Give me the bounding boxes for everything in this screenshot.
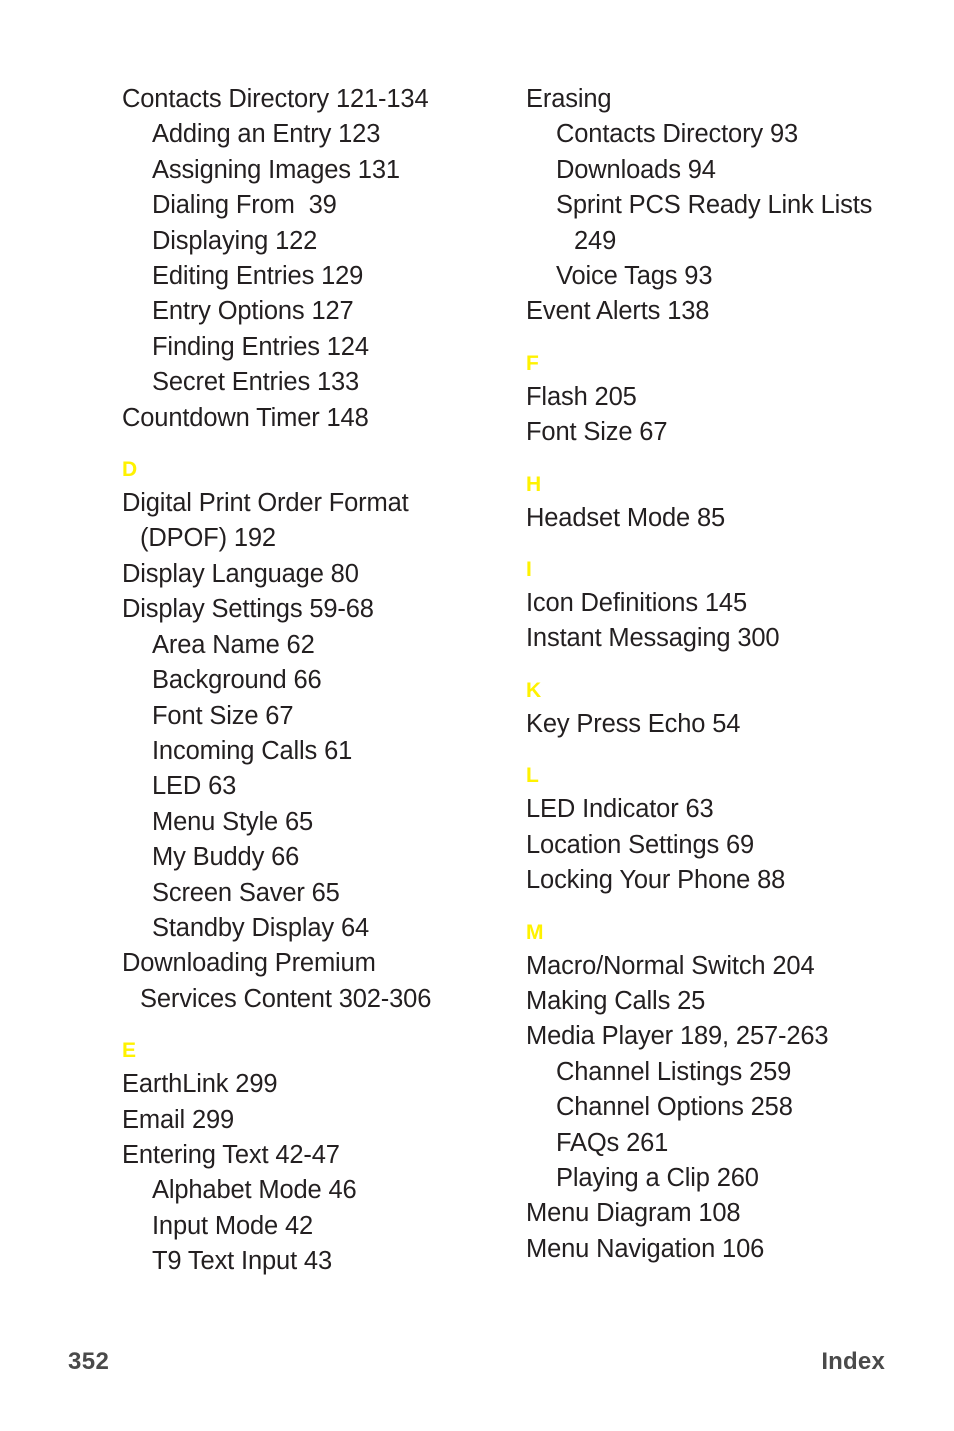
index-entry: Location Settings 69	[526, 830, 755, 859]
index-entry: FAQs 261	[556, 1128, 669, 1157]
index-entry: Icon Definitions 145	[526, 589, 747, 618]
index-columns: Contacts Directory 121-134 Adding an Entr…	[0, 82, 954, 1302]
index-entry: LED Indicator 63	[526, 795, 714, 824]
index-entry: Incoming Calls 61	[152, 736, 353, 765]
index-entry: Media Player 189, 257-263	[526, 1022, 829, 1051]
index-entry: Font Size 67	[526, 418, 668, 447]
index-column-left: Contacts Directory 121-134 Adding an Entr…	[122, 82, 522, 1280]
index-entry: T9 Text Input 43	[152, 1247, 332, 1276]
index-column-right: Erasing Contacts Directory 93 Downloads 94…	[526, 82, 926, 1267]
index-letter-heading: F	[526, 351, 540, 375]
index-entry: Sprint PCS Ready Link Lists	[556, 191, 873, 220]
index-entry: My Buddy 66	[152, 843, 300, 872]
index-section: Erasing Contacts Directory 93 Downloads 94…	[526, 82, 926, 330]
index-entry: Erasing	[526, 85, 612, 113]
index-entry: Menu Navigation 106	[526, 1234, 765, 1263]
index-letter-heading: H	[526, 472, 542, 496]
footer-page-number: 352	[68, 1348, 110, 1375]
index-entry: Contacts Directory 121-134	[122, 85, 429, 113]
index-entry: Making Calls 25	[526, 986, 706, 1015]
index-entry: Input Mode 42	[152, 1211, 314, 1240]
index-section: I Icon Definitions 145 Instant Messaging 3…	[526, 557, 926, 657]
index-section: D Digital Print Order Format (DPOF) 192 Dis…	[122, 457, 522, 1017]
index-entry: Screen Saver 65	[152, 878, 340, 907]
index-entry: Downloads 94	[556, 155, 716, 184]
index-entry: Countdown Timer 148	[122, 403, 369, 432]
index-entry: Services Content 302-306	[140, 984, 432, 1013]
index-entry: Adding an Entry 123	[152, 120, 381, 149]
index-entry: Event Alerts 138	[526, 297, 710, 326]
index-entry: Contacts Directory 93	[556, 120, 799, 149]
index-section: F Flash 205 Font Size 67	[526, 351, 926, 451]
index-entry: Secret Entries 133	[152, 368, 360, 397]
index-entry: Finding Entries 124	[152, 332, 369, 361]
index-entry: Font Size 67	[152, 701, 294, 730]
index-entry: Entry Options 127	[152, 297, 354, 326]
index-entry: Area Name 62	[152, 630, 315, 659]
index-entry: (DPOF) 192	[140, 524, 276, 553]
index-entry: Email 299	[122, 1105, 235, 1134]
index-entry: Menu Style 65	[152, 807, 314, 836]
index-section: M Macro/Normal Switch 204 Making Calls 25 M…	[526, 920, 926, 1268]
index-entry: 249	[574, 226, 617, 255]
index-page: Contacts Directory 121-134 Adding an Entr…	[0, 0, 954, 1431]
index-entry: Downloading Premium	[122, 949, 376, 978]
index-section: H Headset Mode 85	[526, 472, 926, 536]
index-entry: Entering Text 42-47	[122, 1140, 340, 1169]
index-entry: Key Press Echo 54	[526, 709, 741, 738]
index-entry: Assigning Images 131	[152, 155, 400, 184]
index-entry: Background 66	[152, 666, 322, 695]
index-letter-heading: K	[526, 678, 542, 702]
index-section: E EarthLink 299 Email 299 Entering Text 42-…	[122, 1038, 522, 1279]
index-section: L LED Indicator 63 Location Settings 69 Loc…	[526, 763, 926, 898]
index-entry: Display Settings 59-68	[122, 595, 374, 624]
index-letter-heading: M	[526, 920, 544, 944]
index-entry: EarthLink 299	[122, 1070, 278, 1099]
index-entry: Display Language 80	[122, 559, 359, 588]
index-letter-heading: E	[122, 1039, 137, 1063]
index-letter-heading: D	[122, 458, 138, 482]
index-letter-heading: I	[526, 558, 533, 582]
index-section: Contacts Directory 121-134 Adding an Entr…	[122, 82, 522, 436]
index-entry: LED 63	[152, 772, 237, 801]
index-entry: Instant Messaging 300	[526, 624, 780, 653]
index-entry: Voice Tags 93	[556, 262, 713, 291]
index-entry: Headset Mode 85	[526, 503, 726, 532]
index-entry: Macro/Normal Switch 204	[526, 951, 815, 980]
page-footer: 352 Index	[0, 1348, 954, 1388]
index-entry: Dialing From 39	[152, 191, 337, 220]
index-entry: Digital Print Order Format	[122, 489, 409, 518]
index-entry: Editing Entries 129	[152, 262, 364, 291]
index-entry: Menu Diagram 108	[526, 1199, 741, 1228]
index-entry: Displaying 122	[152, 226, 318, 255]
index-letter-heading: L	[526, 764, 540, 788]
index-entry: Channel Options 258	[556, 1093, 793, 1122]
index-section: K Key Press Echo 54	[526, 678, 926, 742]
index-entry: Channel Listings 259	[556, 1057, 792, 1086]
index-entry: Alphabet Mode 46	[152, 1176, 357, 1205]
footer-running-head: Index	[821, 1348, 885, 1375]
index-entry: Locking Your Phone 88	[526, 866, 786, 895]
index-entry: Standby Display 64	[152, 913, 370, 942]
index-entry: Flash 205	[526, 382, 637, 411]
index-entry: Playing a Clip 260	[556, 1163, 759, 1192]
